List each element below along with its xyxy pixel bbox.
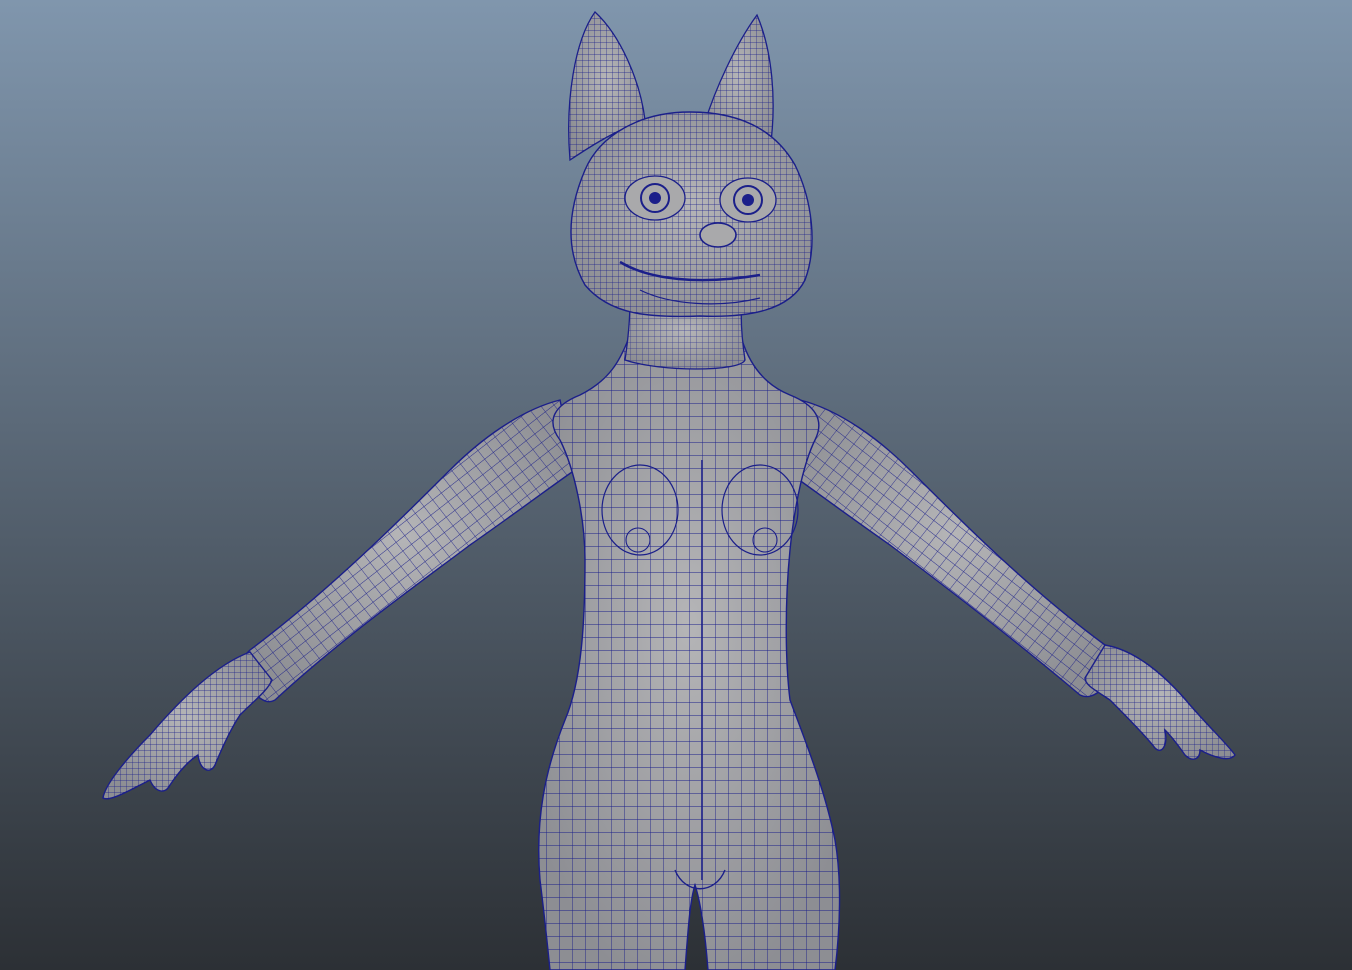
viewport-canvas[interactable] — [0, 0, 1352, 970]
nose — [699, 222, 737, 248]
left-eye — [624, 175, 686, 221]
head[interactable] — [570, 111, 813, 318]
right-eye — [719, 177, 777, 223]
3d-viewport[interactable] — [0, 0, 1352, 970]
